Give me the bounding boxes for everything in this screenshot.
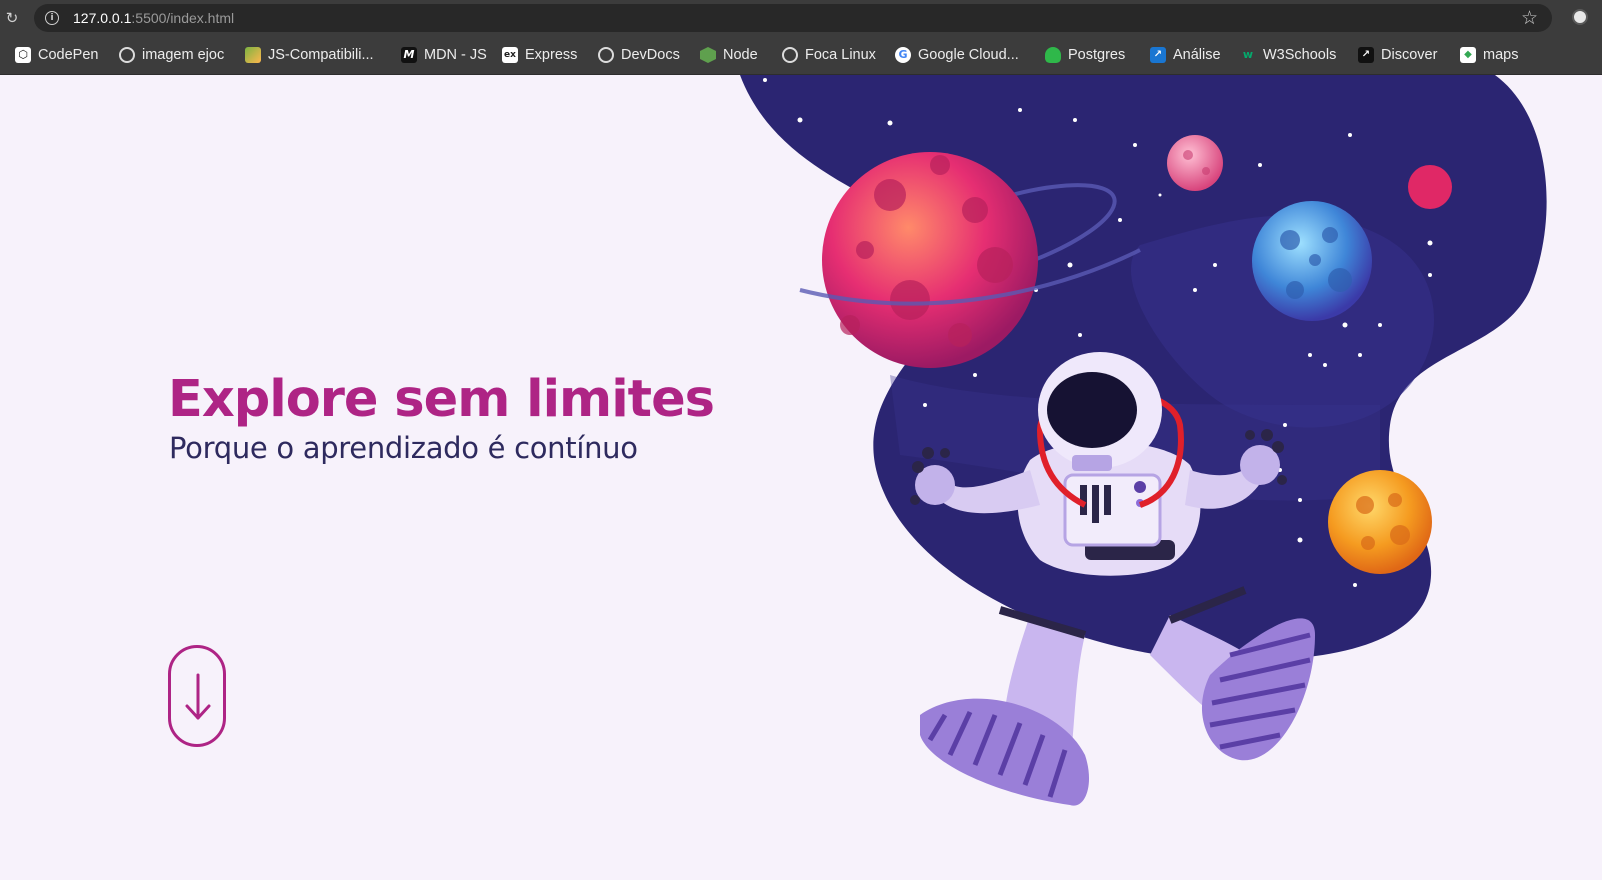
node-icon (700, 47, 716, 63)
url-path: :5500/index.html (131, 10, 235, 26)
hero-subtitle: Porque o aprendizado é contínuo (169, 431, 638, 465)
globe-icon (119, 47, 135, 63)
globe-icon (598, 47, 614, 63)
profile-icon[interactable] (1572, 9, 1588, 25)
mdn-icon: M (401, 47, 417, 63)
address-bar[interactable]: i 127.0.0.1:5500/index.html ☆ (34, 4, 1552, 32)
bookmark-mdn-js[interactable]: M MDN - JS (401, 46, 487, 64)
bookmark-analise[interactable]: ↗ Análise (1150, 46, 1221, 64)
discover-icon: ↗ (1358, 47, 1374, 63)
bookmark-label: Node (723, 47, 758, 63)
bookmark-label: imagem ejoc (142, 47, 225, 63)
bookmark-label: CodePen (38, 47, 99, 63)
url-text[interactable]: 127.0.0.1:5500/index.html (73, 10, 234, 26)
codepen-icon: ⬡ (15, 47, 31, 63)
url-host: 127.0.0.1 (73, 10, 132, 26)
image-icon (245, 47, 261, 63)
bookmark-label: Express (525, 47, 578, 63)
small-pink-planet (1167, 135, 1223, 191)
bookmark-codepen[interactable]: ⬡ CodePen (15, 46, 98, 64)
maps-icon: ◆ (1460, 47, 1476, 63)
bookmark-devdocs[interactable]: DevDocs (598, 46, 680, 64)
bookmark-label: JS-Compatibili... (268, 47, 374, 63)
bookmark-js-compatibility[interactable]: JS-Compatibili... (245, 46, 374, 64)
google-icon: G (895, 47, 911, 63)
site-info-icon[interactable]: i (45, 11, 59, 25)
bookmark-label: maps (1483, 47, 1519, 63)
bookmark-express[interactable]: ex Express (502, 46, 577, 64)
bookmark-postgres[interactable]: Postgres (1045, 46, 1125, 64)
bookmarks-bar: ⬡ CodePen imagem ejoc JS-Compatibili... … (0, 36, 1602, 75)
orange-planet (1328, 470, 1432, 574)
bookmark-label: DevDocs (621, 47, 680, 63)
w3schools-icon: w (1242, 48, 1254, 61)
bookmark-label: Google Cloud... (918, 47, 1019, 63)
bookmark-label: Foca Linux (805, 47, 876, 63)
browser-toolbar: ↻ i 127.0.0.1:5500/index.html ☆ (0, 0, 1602, 36)
bookmark-label: Postgres (1068, 47, 1126, 63)
express-icon: ex (502, 47, 518, 63)
bookmark-discover[interactable]: ↗ Discover (1358, 46, 1437, 64)
hero-title: Explore sem limites (168, 370, 715, 429)
bookmark-w3schools[interactable]: w W3Schools (1240, 46, 1336, 64)
bookmark-label: MDN - JS (424, 47, 487, 63)
bookmark-google-cloud[interactable]: G Google Cloud... (895, 46, 1019, 64)
astronaut-space-illustration (740, 75, 1547, 806)
arrow-down-icon (185, 673, 211, 720)
bookmark-label: Análise (1173, 47, 1221, 63)
chart-icon: ↗ (1150, 47, 1166, 63)
bookmark-node[interactable]: Node (700, 46, 758, 64)
bookmark-label: W3Schools (1263, 47, 1337, 63)
bookmark-maps[interactable]: ◆ maps (1460, 46, 1518, 64)
globe-icon (782, 47, 798, 63)
elephant-icon (1045, 47, 1061, 63)
reload-icon[interactable]: ↻ (3, 9, 21, 27)
bookmark-label: Discover (1381, 47, 1438, 63)
bookmark-imagem-ejoc[interactable]: imagem ejoc (119, 46, 224, 64)
tiny-magenta-planet (1408, 165, 1452, 209)
bookmark-star-icon[interactable]: ☆ (1521, 8, 1538, 28)
bookmark-foca-linux[interactable]: Foca Linux (782, 46, 876, 64)
scroll-down-button[interactable] (168, 645, 226, 747)
